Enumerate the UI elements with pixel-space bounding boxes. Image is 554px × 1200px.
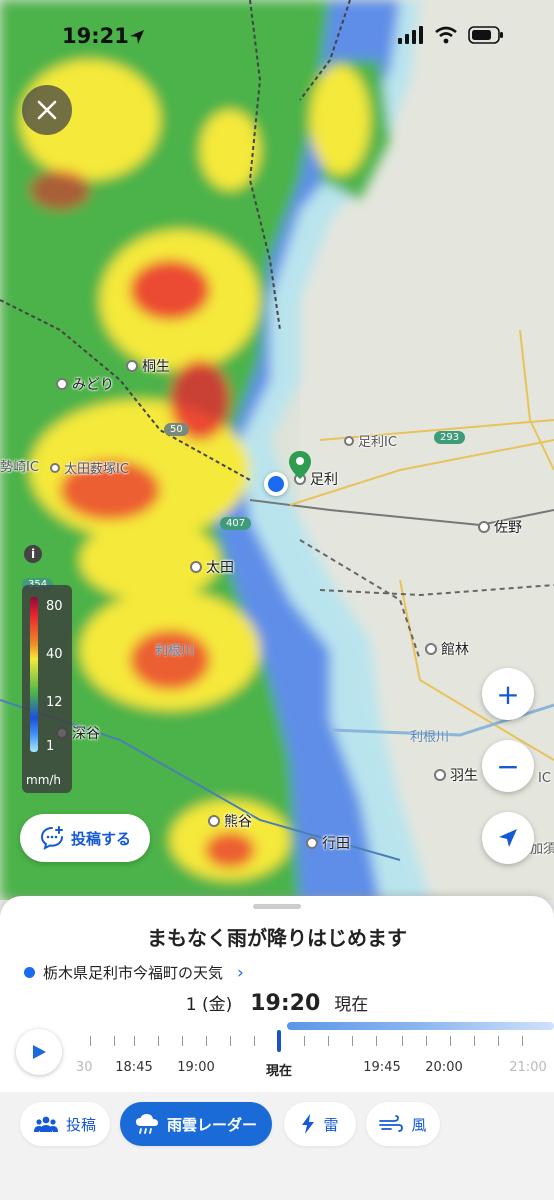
zoom-in-button[interactable]: + [482, 668, 534, 720]
post-bubble-icon [40, 826, 63, 850]
play-icon [33, 1045, 46, 1059]
timeline-tick [474, 1036, 475, 1046]
current-location-button[interactable] [482, 812, 534, 864]
close-icon [37, 100, 57, 120]
tab-lightning-label: 雷 [323, 1115, 339, 1134]
location-dot-icon [24, 967, 35, 978]
cellular-signal-icon [398, 26, 423, 44]
selected-date: 1 (金) [185, 995, 233, 1015]
timeline-tick [158, 1036, 159, 1046]
navigation-arrow-icon [499, 829, 517, 847]
timeline-tick [402, 1036, 403, 1046]
tab-wind[interactable]: 風 [366, 1102, 440, 1146]
legend-level: 12 [46, 695, 63, 710]
timeline-tick [90, 1036, 91, 1046]
timeline-tick [254, 1036, 255, 1046]
place-ashikaga-ic[interactable]: 足利IC [344, 431, 397, 450]
river-label-tonegawa: 利根川 [410, 730, 450, 745]
legend-unit: mm/h [26, 773, 62, 787]
timeline-label: 20:00 [425, 1060, 463, 1075]
legend-color-bar [30, 597, 38, 752]
tab-rain-radar-label: 雨雲レーダー [166, 1115, 257, 1134]
wind-icon [379, 1115, 404, 1132]
timeline-label-now: 現在 [265, 1064, 293, 1079]
timeline-label: 19:00 [177, 1060, 215, 1075]
current-location-dot [264, 472, 288, 496]
place-tatebayashi[interactable]: 館林 [425, 639, 469, 659]
timeline-tick [304, 1036, 305, 1046]
location-name: 栃木県足利市今福町の天気 [43, 964, 224, 982]
legend-level: 1 [46, 739, 55, 754]
place-midori[interactable]: みどり [56, 374, 114, 394]
timeline-tick [182, 1036, 183, 1046]
timeline-tick [376, 1036, 377, 1046]
zoom-out-button[interactable]: − [482, 740, 534, 792]
river-label-tonegawa: 利根川 [155, 644, 195, 659]
status-bar: 19:21 [0, 0, 554, 70]
timeline-tick [230, 1036, 231, 1046]
close-button[interactable] [22, 85, 72, 135]
place-gyoda[interactable]: 行田 [306, 833, 350, 853]
road-shield-50: 50 [164, 423, 189, 436]
lightning-icon [302, 1114, 315, 1134]
place-hanyu[interactable]: 羽生 [434, 765, 478, 785]
place-kumagaya[interactable]: 熊谷 [208, 811, 252, 831]
legend-level: 80 [46, 599, 63, 614]
place-isezaki-ic: 勢崎IC [0, 460, 39, 475]
chevron-right-icon: › [237, 962, 244, 983]
timeline-tick [328, 1036, 329, 1046]
place-kiryu[interactable]: 桐生 [126, 356, 170, 376]
timeline-tick [114, 1036, 115, 1046]
minus-icon: − [496, 749, 520, 783]
selected-time: 1 (金) 19:20 現在 [0, 990, 554, 1016]
location-link[interactable]: 栃木県足利市今福町の天気 › [24, 962, 244, 983]
place-ota[interactable]: 太田 [190, 557, 234, 577]
play-button[interactable] [16, 1029, 62, 1075]
timeline-tick [450, 1036, 451, 1046]
post-button-label: 投稿する [70, 829, 131, 848]
battery-icon [468, 26, 503, 44]
timeline-tick [352, 1036, 353, 1046]
road-shield-407: 407 [220, 517, 252, 530]
tab-posts-label: 投稿 [65, 1115, 96, 1134]
rain-cloud-icon [135, 1114, 158, 1134]
timeline-label: :30 [76, 1060, 93, 1075]
location-services-icon [130, 30, 144, 44]
tab-posts[interactable]: 投稿 [20, 1102, 110, 1146]
info-icon[interactable]: i [24, 545, 42, 563]
rain-intensity-legend: 80 40 12 1 mm/h [22, 585, 72, 793]
legend-level: 40 [46, 647, 63, 662]
timeline-label: 18:45 [115, 1060, 153, 1075]
status-time: 19:21 [62, 24, 129, 48]
road-shield-293: 293 [434, 431, 466, 444]
place-ic-partial: IC [538, 771, 551, 786]
tab-rain-radar[interactable]: 雨雲レーダー [120, 1102, 272, 1146]
timeline-tick [426, 1036, 427, 1046]
forecast-bottom-sheet: まもなく雨が降りはじめます 栃木県足利市今福町の天気 › 1 (金) 19:20… [0, 896, 554, 1200]
plus-icon: + [496, 677, 520, 711]
timeline-label: 21:00 [509, 1060, 547, 1075]
timeline-tick [522, 1036, 523, 1046]
place-sano[interactable]: 佐野 [478, 517, 522, 537]
sheet-grabber[interactable] [253, 904, 301, 909]
tab-lightning[interactable]: 雷 [284, 1102, 356, 1146]
timeline-tick [498, 1036, 499, 1046]
time-slider[interactable]: :30 18:45 19:00 現在 19:45 20:00 21:00 [76, 1020, 554, 1086]
timeline-tick [134, 1036, 135, 1046]
selected-time-value: 19:20 [250, 991, 321, 1016]
timeline-tick [206, 1036, 207, 1046]
place-ota-yabuzuka-ic[interactable]: 太田薮塚IC [50, 458, 129, 477]
rain-radar-map[interactable]: 桐生 みどり 足利IC 足利 太田薮塚IC 勢崎IC 佐野 太田 館林 深谷 羽… [0, 0, 554, 900]
post-button[interactable]: 投稿する [20, 814, 150, 862]
people-icon [33, 1116, 58, 1132]
wifi-icon [435, 26, 457, 44]
location-pin-icon[interactable] [288, 450, 312, 480]
timeline-label: 19:45 [363, 1060, 401, 1075]
tab-wind-label: 風 [411, 1115, 427, 1134]
forecast-range-bar [287, 1022, 554, 1030]
time-slider-handle[interactable] [277, 1030, 281, 1052]
rain-forecast-headline: まもなく雨が降りはじめます [147, 926, 407, 950]
now-label: 現在 [334, 995, 369, 1015]
